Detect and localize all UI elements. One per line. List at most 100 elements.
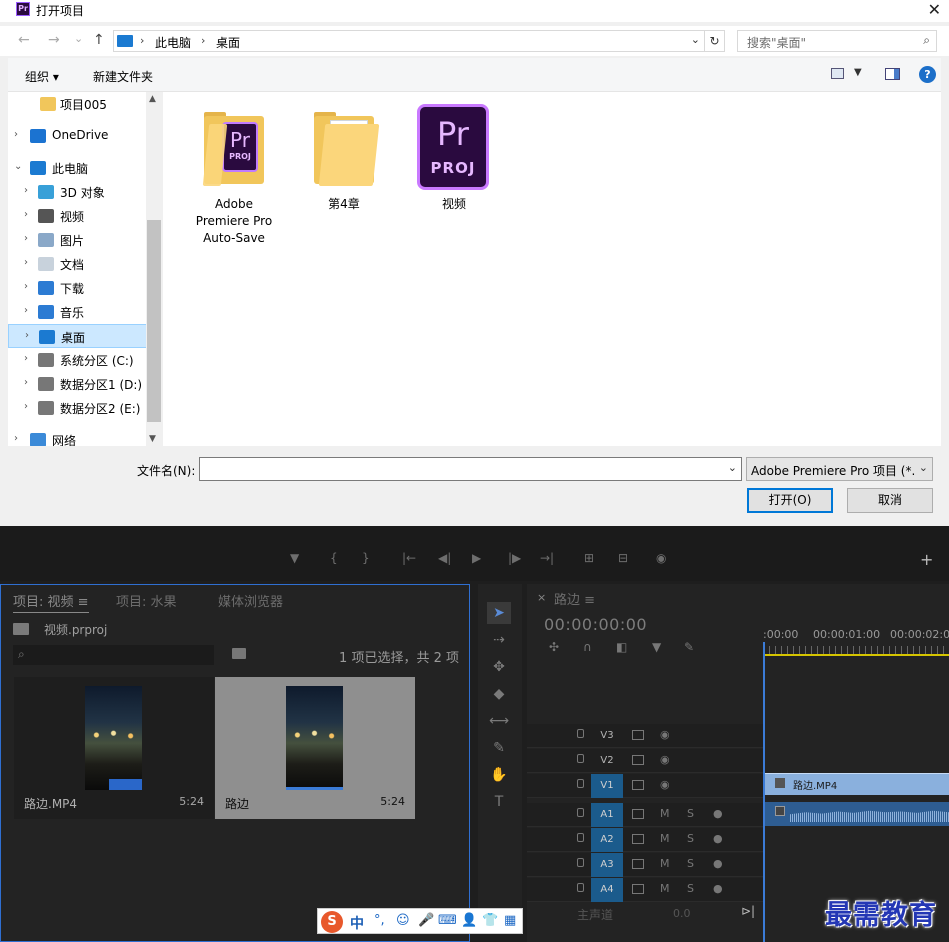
sequence-thumbnail-card[interactable]: 路边 5:24 [215, 677, 415, 819]
chevron-down-icon[interactable]: ⌄ [728, 461, 737, 474]
breadcrumb-this-pc[interactable]: 此电脑 [155, 34, 191, 51]
sidebar-item[interactable]: › 数据分区1 (D:) [8, 372, 147, 396]
filename-input[interactable]: ⌄ [199, 457, 742, 481]
solo-icon[interactable]: S [687, 832, 694, 845]
transport-control-icon[interactable]: ⊞ [584, 551, 594, 565]
sync-lock-icon[interactable] [632, 809, 644, 819]
transport-control-icon[interactable]: ◀| [438, 551, 451, 565]
transport-control-icon[interactable]: |← [402, 551, 416, 565]
sync-lock-icon[interactable] [632, 780, 644, 790]
file-item-video-project[interactable]: Pr PROJ 视频 [404, 104, 504, 224]
selection-tool-icon[interactable]: ➤ [487, 602, 511, 624]
ripple-edit-tool-icon[interactable]: ✥ [487, 656, 511, 678]
sidebar-item[interactable]: ⌄ 此电脑 [8, 156, 147, 180]
solo-icon[interactable]: S [687, 857, 694, 870]
timecode-display[interactable]: 00:00:00:00 [544, 615, 647, 634]
type-tool-icon[interactable]: T [487, 791, 511, 813]
close-icon[interactable]: ✕ [928, 0, 941, 19]
sidebar-item[interactable]: › 下载 [8, 276, 147, 300]
navigation-scrollbar[interactable]: ▲ ▼ [146, 92, 162, 446]
mute-icon[interactable]: M [660, 832, 670, 845]
preview-pane-icon[interactable] [885, 68, 900, 80]
chevron-down-icon[interactable]: ⌄ [919, 461, 928, 474]
chevron-right-icon[interactable]: › [24, 281, 28, 292]
sync-lock-icon[interactable] [632, 755, 644, 765]
wrench-icon[interactable]: ✎ [684, 640, 694, 654]
track-name[interactable]: V3 [591, 724, 623, 748]
filetype-select[interactable]: Adobe Premiere Pro 项目 (*. ⌄ [746, 457, 933, 481]
lock-icon[interactable] [577, 883, 584, 892]
transport-control-icon[interactable]: ⊟ [618, 551, 628, 565]
sidebar-item[interactable]: › 网络 [8, 428, 147, 446]
project-search-input[interactable]: ⌕ [13, 645, 214, 665]
mute-icon[interactable]: M [660, 882, 670, 895]
lock-icon[interactable] [577, 833, 584, 842]
solo-icon[interactable]: S [687, 882, 694, 895]
razor-tool-icon[interactable]: ◆ [487, 683, 511, 705]
sidebar-item[interactable]: › 数据分区2 (E:) [8, 396, 147, 420]
search-input[interactable]: 搜索"桌面" ⌕ [737, 30, 937, 52]
track-select-tool-icon[interactable]: ⇢ [487, 629, 511, 651]
lock-icon[interactable] [577, 808, 584, 817]
sidebar-item[interactable]: › 图片 [8, 228, 147, 252]
sync-lock-icon[interactable] [632, 884, 644, 894]
scrollbar-thumb[interactable] [147, 220, 161, 422]
chevron-down-icon[interactable]: ▼ [854, 67, 862, 78]
add-marker-icon[interactable]: ▼ [652, 640, 661, 654]
playhead[interactable] [763, 642, 765, 942]
snap-icon[interactable]: ✣ [549, 640, 559, 654]
hand-tool-icon[interactable]: ✋ [487, 764, 511, 786]
breadcrumb-desktop[interactable]: 桌面 [216, 34, 240, 51]
chevron-right-icon[interactable]: › [24, 377, 28, 388]
chevron-right-icon[interactable]: › [14, 129, 18, 140]
chevron-right-icon[interactable]: › [24, 257, 28, 268]
time-ruler[interactable] [763, 646, 949, 656]
bin-icon[interactable] [232, 648, 246, 659]
linked-selection-icon[interactable]: ∩ [583, 640, 592, 654]
chevron-right-icon[interactable]: › [24, 209, 28, 220]
scroll-up-icon[interactable]: ▲ [149, 94, 156, 104]
go-to-end-icon[interactable]: ⊳| [741, 904, 755, 918]
eye-icon[interactable]: ◉ [660, 753, 670, 766]
transport-control-icon[interactable]: |▶ [508, 551, 521, 565]
marker-icon[interactable]: ◧ [616, 640, 627, 654]
emoji-icon[interactable]: ☺ [396, 913, 410, 928]
chevron-right-icon[interactable]: › [24, 353, 28, 364]
organize-button[interactable]: 组织 ▾ [25, 68, 59, 85]
user-icon[interactable]: 👤 [461, 913, 477, 928]
transport-control-icon[interactable]: { [330, 551, 338, 565]
sync-lock-icon[interactable] [632, 730, 644, 740]
close-icon[interactable]: × [537, 591, 546, 604]
clip-thumbnail-card[interactable]: 路边.MP4 5:24 [14, 677, 214, 819]
video-clip[interactable]: 路边.MP4 [765, 773, 949, 795]
lock-icon[interactable] [577, 754, 584, 763]
cancel-button[interactable]: 取消 [847, 488, 933, 513]
master-volume-value[interactable]: 0.0 [673, 907, 691, 920]
microphone-icon[interactable]: ● [713, 882, 723, 895]
slip-tool-icon[interactable]: ⟷ [487, 710, 511, 732]
mute-icon[interactable]: M [660, 857, 670, 870]
track-name[interactable]: A2 [591, 828, 623, 852]
microphone-icon[interactable]: ● [713, 832, 723, 845]
eye-icon[interactable]: ◉ [660, 778, 670, 791]
sequence-title[interactable]: 路边 ≡ [554, 589, 595, 608]
lock-icon[interactable] [577, 858, 584, 867]
lock-icon[interactable] [577, 779, 584, 788]
eye-icon[interactable]: ◉ [660, 728, 670, 741]
track-name[interactable]: V1 [591, 774, 623, 798]
sidebar-item[interactable]: › 视频 [8, 204, 147, 228]
sidebar-item[interactable]: › 音乐 [8, 300, 147, 324]
ime-mode-toggle[interactable]: 中 [350, 913, 364, 933]
back-arrow-icon[interactable]: ← [18, 32, 30, 48]
transport-control-icon[interactable]: →| [540, 551, 554, 565]
refresh-icon[interactable]: ↻ [705, 30, 725, 52]
track-name[interactable]: A3 [591, 853, 623, 877]
sidebar-item[interactable]: › 3D 对象 [8, 180, 147, 204]
chevron-right-icon[interactable]: › [24, 401, 28, 412]
sidebar-item[interactable]: › 桌面 [8, 324, 147, 348]
tab-project-fruit[interactable]: 项目: 水果 [116, 591, 177, 610]
forward-arrow-icon[interactable]: → [48, 32, 60, 48]
track-name[interactable]: A1 [591, 803, 623, 827]
lock-icon[interactable] [577, 729, 584, 738]
open-button[interactable]: 打开(O) [747, 488, 833, 513]
